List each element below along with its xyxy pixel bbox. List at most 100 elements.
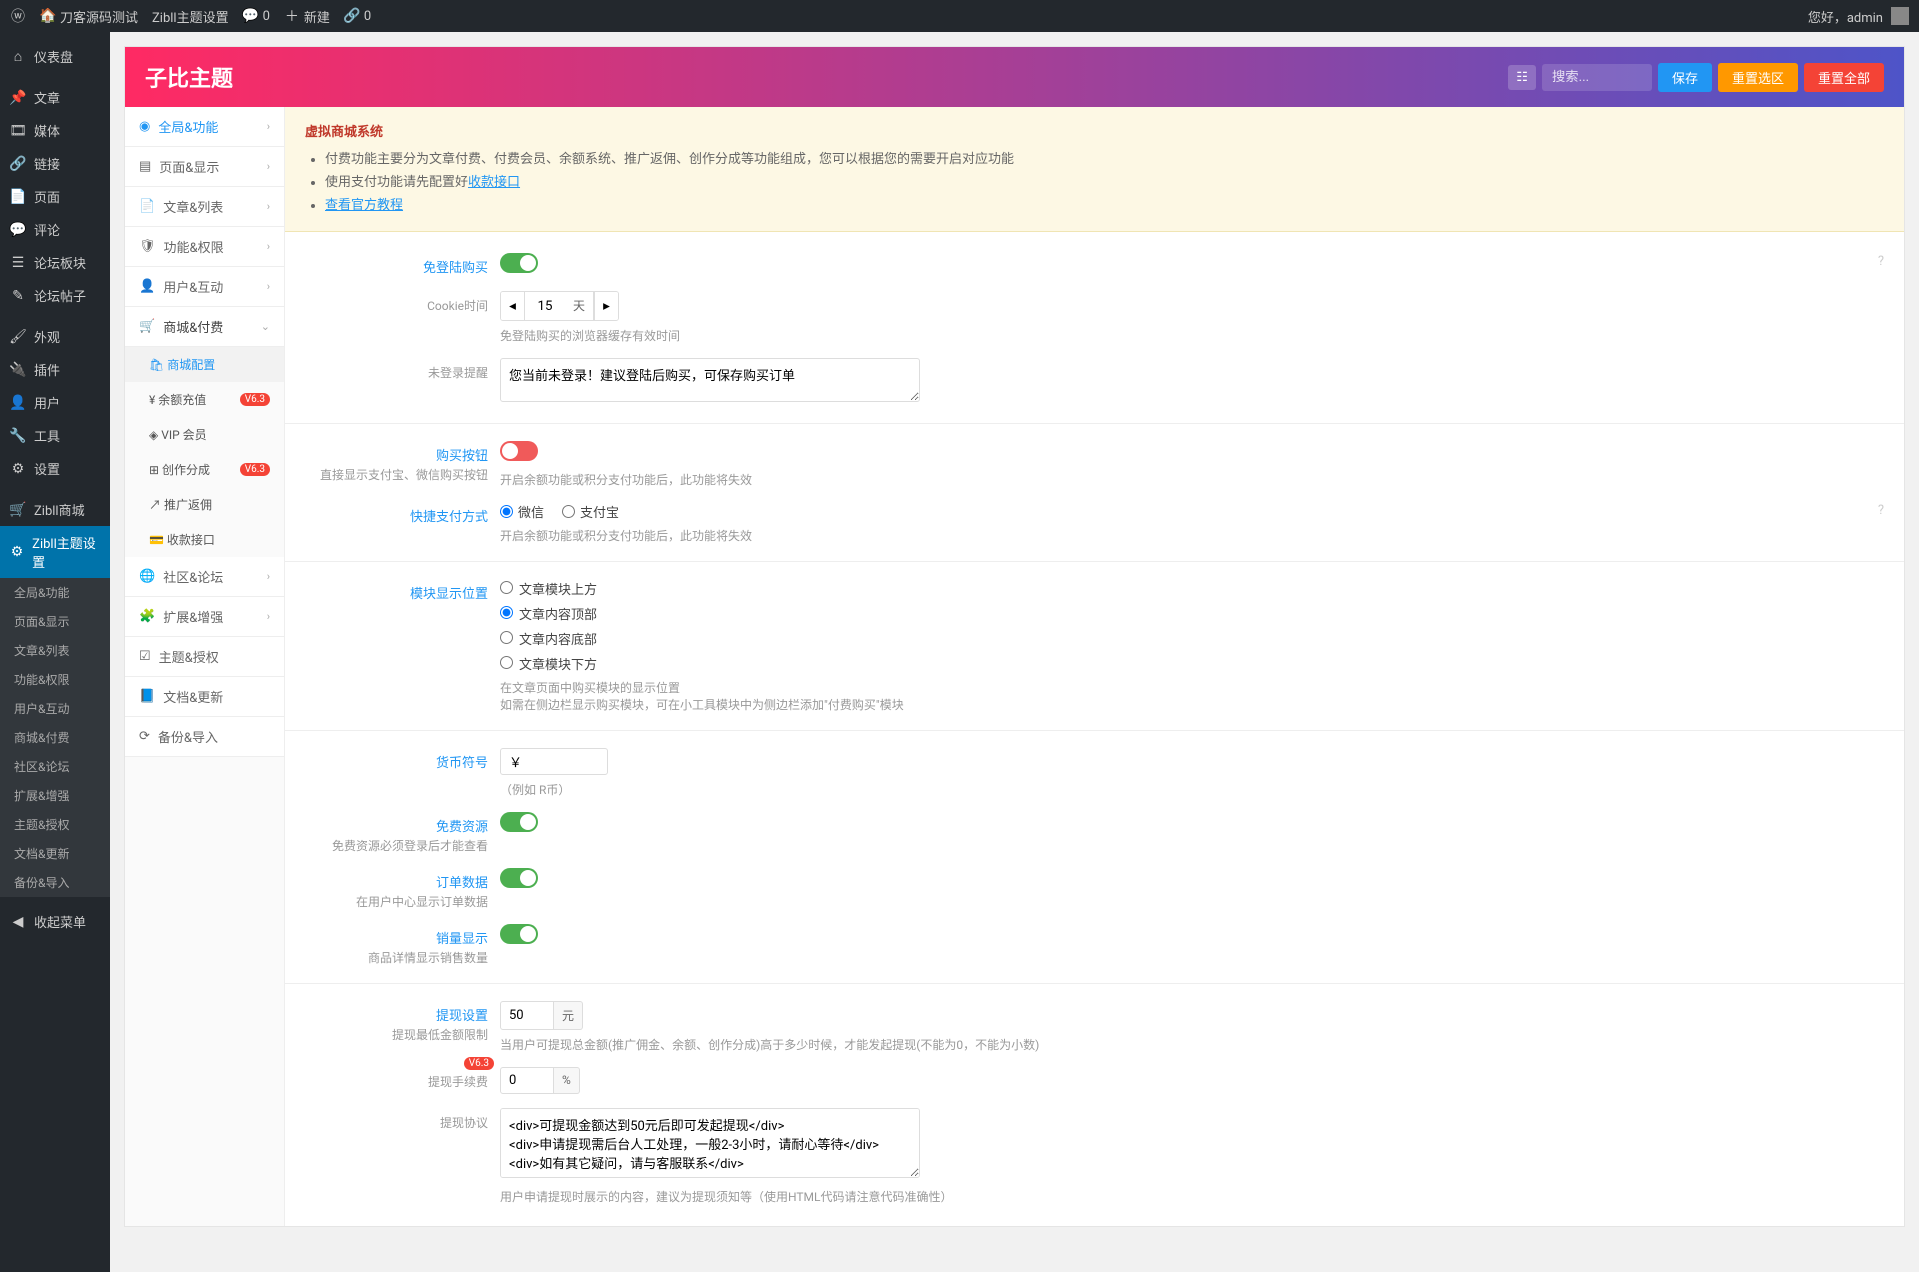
nav-sub-mall-config[interactable]: 🛍 商城配置 [125, 347, 284, 382]
submenu-extend-enhance[interactable]: 扩展&增强 [0, 781, 110, 810]
submenu-global[interactable]: 全局&功能 [0, 578, 110, 607]
nav-sub-referral[interactable]: ↗ 推广返佣 [125, 487, 284, 522]
menu-dashboard[interactable]: ⌂仪表盘 [0, 40, 110, 73]
submenu-social-forum[interactable]: 社区&论坛 [0, 752, 110, 781]
comments-link[interactable]: 💬0 [243, 8, 270, 24]
radio-pos-below[interactable]: 文章模块下方 [500, 654, 1884, 673]
menu-plugins[interactable]: 🔌插件 [0, 353, 110, 386]
reset-all-button[interactable]: 重置全部 [1804, 63, 1884, 92]
user-greeting[interactable]: 您好，admin [1808, 7, 1883, 26]
user-icon: 👤 [139, 279, 155, 294]
cookie-time-input[interactable] [525, 292, 565, 320]
dashboard-icon: ⌂ [10, 48, 26, 65]
menu-topics[interactable]: ✎论坛帖子 [0, 279, 110, 312]
site-home-link[interactable]: 🏠刀客源码测试 [40, 7, 138, 26]
nav-social-forum[interactable]: 🌐社区&论坛› [125, 557, 284, 597]
theme-settings-nav: ◉全局&功能› ▤页面&显示› 📄文章&列表› 🛡功能&权限› 👤用户&互动› … [125, 107, 285, 1226]
radio-pos-bottom[interactable]: 文章内容底部 [500, 629, 1884, 648]
payment-link[interactable]: 收款接口 [468, 175, 520, 190]
menu-zibll-mall[interactable]: 🛒Zibll商城 [0, 493, 110, 526]
submenu-mall-pay[interactable]: 商城&付费 [0, 723, 110, 752]
reset-area-button[interactable]: 重置选区 [1718, 63, 1798, 92]
cart-icon: 🛒 [10, 502, 26, 518]
cart-icon: 🛒 [139, 319, 155, 334]
withdraw-terms-textarea[interactable]: <div>可提现金额达到50元后即可发起提现</div> <div>申请提现需后… [500, 1108, 920, 1178]
menu-users[interactable]: 👤用户 [0, 386, 110, 419]
grid-toggle-button[interactable]: ☷ [1508, 65, 1536, 90]
notice-item: 付费功能主要分为文章付费、付费会员、余额系统、推广返佣、创作分成等功能组成，您可… [325, 148, 1884, 167]
menu-tools[interactable]: 🔧工具 [0, 419, 110, 452]
comment-icon: 💬 [10, 222, 26, 238]
nav-feature-perm[interactable]: 🛡功能&权限› [125, 227, 284, 267]
wallet-icon: 💳 [149, 533, 167, 547]
menu-settings[interactable]: ⚙设置 [0, 452, 110, 485]
help-icon[interactable]: ? [1878, 503, 1884, 518]
brush-icon: 🖌 [10, 329, 26, 345]
toggle-buy-button[interactable] [500, 441, 538, 461]
sublabel-free-res: 免费资源必须登录后才能查看 [305, 837, 488, 854]
notice-item: 使用支付功能请先配置好收款接口 [325, 171, 1884, 190]
article-icon: 📄 [139, 199, 155, 214]
submenu-article-list[interactable]: 文章&列表 [0, 636, 110, 665]
withdraw-min-input[interactable] [500, 1001, 554, 1030]
toggle-sales-show[interactable] [500, 924, 538, 944]
nav-doc-update[interactable]: 📘文档&更新 [125, 677, 284, 717]
menu-collapse[interactable]: ◀收起菜单 [0, 905, 110, 938]
search-input[interactable] [1542, 64, 1652, 91]
menu-appearance[interactable]: 🖌外观 [0, 320, 110, 353]
menu-zibll-theme[interactable]: ⚙Zibll主题设置 [0, 526, 110, 578]
login-remind-textarea[interactable]: 您当前未登录！建议登陆后购买，可保存购买订单 [500, 358, 920, 402]
new-content-link[interactable]: ＋新建 [284, 6, 330, 26]
radio-pos-above[interactable]: 文章模块上方 [500, 579, 1884, 598]
submenu-page-display[interactable]: 页面&显示 [0, 607, 110, 636]
toggle-order-data[interactable] [500, 868, 538, 888]
wp-admin-sidebar: ⌂仪表盘 📌文章 🎞媒体 🔗链接 📄页面 💬评论 ☰论坛板块 ✎论坛帖子 🖌外观… [0, 32, 110, 1272]
nav-global[interactable]: ◉全局&功能› [125, 107, 284, 147]
menu-forums[interactable]: ☰论坛板块 [0, 246, 110, 279]
nav-sub-vip[interactable]: ◈ VIP 会员 [125, 417, 284, 452]
nav-mall-pay[interactable]: 🛒商城&付费⌄ [125, 307, 284, 347]
nav-page-display[interactable]: ▤页面&显示› [125, 147, 284, 187]
menu-comments[interactable]: 💬评论 [0, 213, 110, 246]
menu-pages[interactable]: 📄页面 [0, 180, 110, 213]
nav-backup-import[interactable]: ⟳备份&导入 [125, 717, 284, 757]
nav-sub-balance[interactable]: ¥ 余额充值V6.3 [125, 382, 284, 417]
chevron-down-icon: ⌄ [261, 320, 270, 333]
currency-input[interactable] [500, 748, 608, 775]
nav-sub-creation[interactable]: ⊞ 创作分成V6.3 [125, 452, 284, 487]
stepper-increment[interactable]: ▸ [594, 292, 618, 320]
help-icon[interactable]: ? [1878, 254, 1884, 269]
radio-wechat[interactable]: 微信 [500, 502, 544, 521]
label-guest-buy: 免登陆购买 [305, 257, 488, 276]
submenu-doc-update[interactable]: 文档&更新 [0, 839, 110, 868]
nav-extend-enhance[interactable]: 🧩扩展&增强› [125, 597, 284, 637]
page-title-link[interactable]: Zibll主题设置 [152, 7, 229, 26]
radio-pos-top[interactable]: 文章内容顶部 [500, 604, 1884, 623]
submenu-user-interact[interactable]: 用户&互动 [0, 694, 110, 723]
menu-links[interactable]: 🔗链接 [0, 147, 110, 180]
menu-media[interactable]: 🎞媒体 [0, 114, 110, 147]
input-suffix: % [554, 1067, 580, 1094]
toggle-free-res[interactable] [500, 812, 538, 832]
wp-logo-icon[interactable]: ⓦ [10, 6, 26, 26]
nav-theme-auth[interactable]: ☑主题&授权 [125, 637, 284, 677]
menu-posts[interactable]: 📌文章 [0, 81, 110, 114]
nav-sub-payment[interactable]: 💳 收款接口 [125, 522, 284, 557]
split-icon: ⊞ [149, 463, 162, 477]
radio-alipay[interactable]: 支付宝 [562, 502, 619, 521]
chevron-right-icon: › [267, 160, 270, 173]
save-button[interactable]: 保存 [1658, 63, 1712, 92]
nav-user-interact[interactable]: 👤用户&互动› [125, 267, 284, 307]
tutorial-link[interactable]: 查看官方教程 [325, 198, 403, 213]
withdraw-fee-input[interactable] [500, 1067, 554, 1094]
submenu-theme-auth[interactable]: 主题&授权 [0, 810, 110, 839]
nav-article-list[interactable]: 📄文章&列表› [125, 187, 284, 227]
links-count[interactable]: 🔗0 [344, 8, 371, 24]
submenu-feature-perm[interactable]: 功能&权限 [0, 665, 110, 694]
theme-header: 子比主题 ☷ 保存 重置选区 重置全部 [125, 47, 1904, 107]
submenu-backup-import[interactable]: 备份&导入 [0, 868, 110, 897]
avatar[interactable] [1891, 7, 1909, 25]
stepper-decrement[interactable]: ◂ [501, 292, 525, 320]
helper-text: 用户申请提现时展示的内容，建议为提现须知等（使用HTML代码请注意代码准确性） [500, 1188, 1884, 1205]
toggle-guest-buy[interactable] [500, 253, 538, 273]
